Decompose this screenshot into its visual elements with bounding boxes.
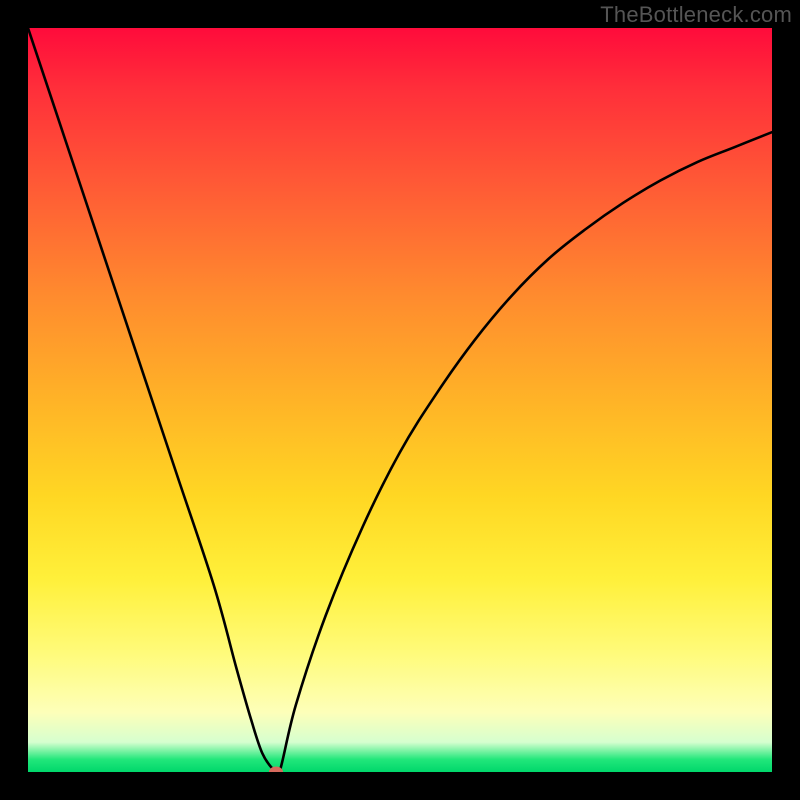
curve-svg: [28, 28, 772, 772]
bottleneck-curve: [28, 28, 772, 772]
chart-frame: TheBottleneck.com: [0, 0, 800, 800]
plot-area: [28, 28, 772, 772]
watermark-text: TheBottleneck.com: [600, 2, 792, 28]
optimal-point-marker: [269, 767, 283, 773]
